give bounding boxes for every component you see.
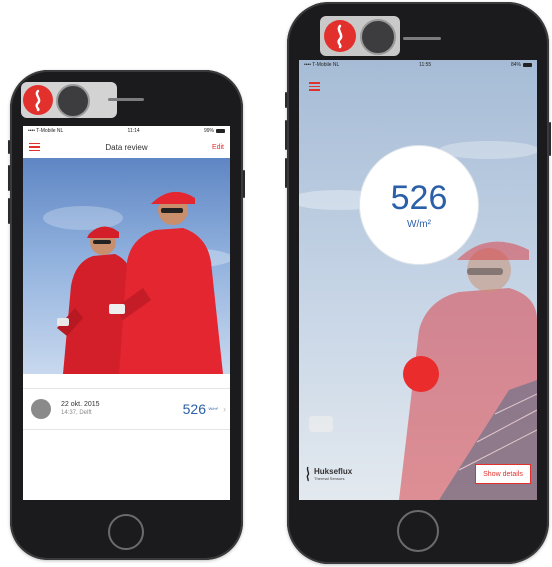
battery-label: 99%: [203, 128, 214, 134]
right-phone: •••• T-Mobile NL 11:55 84% 526 W/m² Huks…: [285, 2, 551, 564]
entry-value: 526: [182, 401, 206, 417]
left-screen: •••• T-Mobile NL 11:14 99% Data review E…: [23, 126, 230, 500]
brand-logo-icon: [306, 466, 310, 482]
camera-overlay: [320, 16, 400, 56]
earpiece-speaker: [403, 37, 441, 40]
power-button: [549, 122, 551, 156]
red-logo-badge: [324, 20, 356, 52]
field-photo: [23, 158, 230, 374]
mute-switch: [8, 140, 10, 154]
brand-subtitle: Thermal Sensors: [314, 475, 345, 481]
field-photo-background: [299, 60, 537, 500]
entry-text: 22 okt. 2015 14:37, Delft: [61, 401, 100, 417]
hamburger-menu-icon[interactable]: [29, 141, 40, 154]
clock-label: 11:55: [419, 62, 432, 68]
carrier-label: •••• T-Mobile NL: [304, 62, 340, 68]
left-phone: •••• T-Mobile NL 11:14 99% Data review E…: [8, 70, 245, 560]
earpiece-speaker: [108, 98, 144, 101]
entry-location: 14:37, Delft: [61, 409, 92, 416]
data-entry-row[interactable]: 22 okt. 2015 14:37, Delft 526 W/m² ›: [23, 388, 230, 430]
front-camera-icon: [56, 84, 90, 118]
front-camera-icon: [360, 19, 396, 55]
brand: Hukseflux Thermal Sensors: [305, 466, 352, 482]
right-screen: •••• T-Mobile NL 11:55 84% 526 W/m² Huks…: [299, 60, 537, 500]
battery-icon: [523, 62, 532, 67]
edit-button[interactable]: Edit: [212, 144, 224, 151]
status-bar: •••• T-Mobile NL 11:14 99%: [23, 126, 230, 136]
reading-value: 526: [390, 178, 448, 217]
background-illustration: [299, 141, 537, 500]
red-logo-badge: [23, 85, 53, 115]
brand-name: Hukseflux: [314, 466, 353, 476]
entry-date: 22 okt. 2015: [61, 400, 100, 408]
clock-label: 11:14: [127, 128, 140, 134]
nav-bar: Data review Edit: [23, 136, 230, 159]
hamburger-menu-icon[interactable]: [309, 80, 320, 93]
entry-unit: W/m²: [208, 406, 218, 411]
battery-indicator: 84%: [511, 62, 532, 68]
brand-text: Hukseflux Thermal Sensors: [314, 466, 353, 481]
reading-unit: W/m²: [407, 218, 431, 230]
carrier-label: •••• T-Mobile NL: [28, 128, 64, 134]
chevron-right-icon: ›: [223, 404, 226, 414]
entry-avatar: [31, 399, 51, 419]
show-details-button[interactable]: Show details: [475, 464, 531, 484]
battery-icon: [216, 128, 225, 133]
mute-switch: [285, 92, 287, 108]
photo-illustration: [43, 191, 230, 374]
battery-label: 84%: [510, 62, 521, 68]
status-bar: •••• T-Mobile NL 11:55 84%: [299, 60, 537, 70]
volume-up-button: [285, 120, 287, 150]
home-button[interactable]: [108, 514, 144, 550]
irradiance-reading: 526 W/m²: [360, 146, 478, 264]
record-button[interactable]: [403, 356, 439, 392]
volume-down-button: [8, 198, 10, 224]
camera-overlay: [21, 82, 117, 118]
battery-indicator: 99%: [204, 128, 225, 134]
volume-up-button: [8, 165, 10, 191]
volume-down-button: [285, 158, 287, 188]
home-button[interactable]: [397, 510, 439, 552]
power-button: [243, 170, 245, 198]
page-title: Data review: [105, 142, 148, 152]
